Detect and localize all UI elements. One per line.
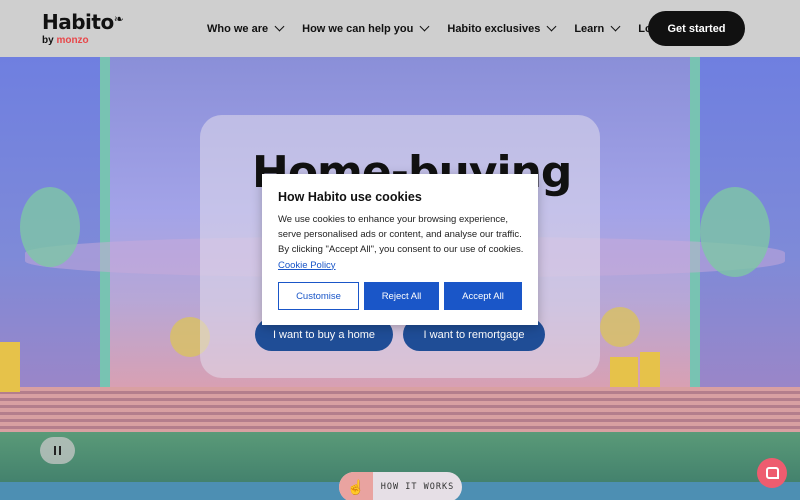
nav-learn[interactable]: Learn xyxy=(574,21,621,35)
logo-byline: by monzo xyxy=(42,35,124,46)
pause-icon xyxy=(53,446,57,455)
leaf-icon: ❧ xyxy=(113,12,124,26)
nav-label: Who we are xyxy=(207,22,269,35)
nav-how-we-can-help[interactable]: How we can help you xyxy=(302,21,430,35)
nav-habito-exclusives[interactable]: Habito exclusives xyxy=(447,21,557,35)
chevron-down-icon xyxy=(610,21,621,32)
get-started-button[interactable]: Get started xyxy=(648,11,745,46)
chat-icon xyxy=(765,467,779,479)
pause-button[interactable] xyxy=(40,437,75,464)
logo-by: by xyxy=(42,35,54,46)
hand-pointer-icon: ☝ xyxy=(339,472,373,500)
customise-button[interactable]: Customise xyxy=(278,282,359,310)
pause-icon xyxy=(58,446,62,455)
chevron-down-icon xyxy=(274,21,285,32)
habito-logo[interactable]: Habito❧ by monzo xyxy=(42,12,124,46)
chat-launcher-button[interactable] xyxy=(757,458,787,488)
cookie-dialog-text: We use cookies to enhance your browsing … xyxy=(278,212,528,273)
cookie-dialog: How Habito use cookies We use cookies to… xyxy=(262,174,538,325)
decor-shape xyxy=(700,187,770,277)
decor-block xyxy=(640,352,660,387)
cookie-body: We use cookies to enhance your browsing … xyxy=(278,214,524,256)
nav-label: How we can help you xyxy=(302,22,414,35)
chevron-down-icon xyxy=(419,21,430,32)
how-it-works-button[interactable]: ☝ HOW IT WORKS xyxy=(339,472,462,500)
reject-all-button[interactable]: Reject All xyxy=(364,282,439,310)
decor-shape xyxy=(600,307,640,347)
site-header: Habito❧ by monzo Who we are How we can h… xyxy=(0,0,800,57)
nav-who-we-are[interactable]: Who we are xyxy=(207,21,285,35)
main-nav: Who we are How we can help you Habito ex… xyxy=(207,0,671,57)
decor-block xyxy=(610,357,638,387)
accept-all-button[interactable]: Accept All xyxy=(444,282,522,310)
cookie-dialog-title: How Habito use cookies xyxy=(278,190,422,204)
cookie-policy-link[interactable]: Cookie Policy xyxy=(278,260,336,271)
decor-block xyxy=(0,342,20,392)
decor-shape xyxy=(20,187,80,267)
logo-brand: monzo xyxy=(56,35,89,46)
logo-wordmark: Habito xyxy=(42,10,114,34)
how-it-works-label: HOW IT WORKS xyxy=(380,482,455,492)
nav-label: Learn xyxy=(574,22,605,35)
chevron-down-icon xyxy=(546,21,557,32)
nav-label: Habito exclusives xyxy=(447,22,541,35)
